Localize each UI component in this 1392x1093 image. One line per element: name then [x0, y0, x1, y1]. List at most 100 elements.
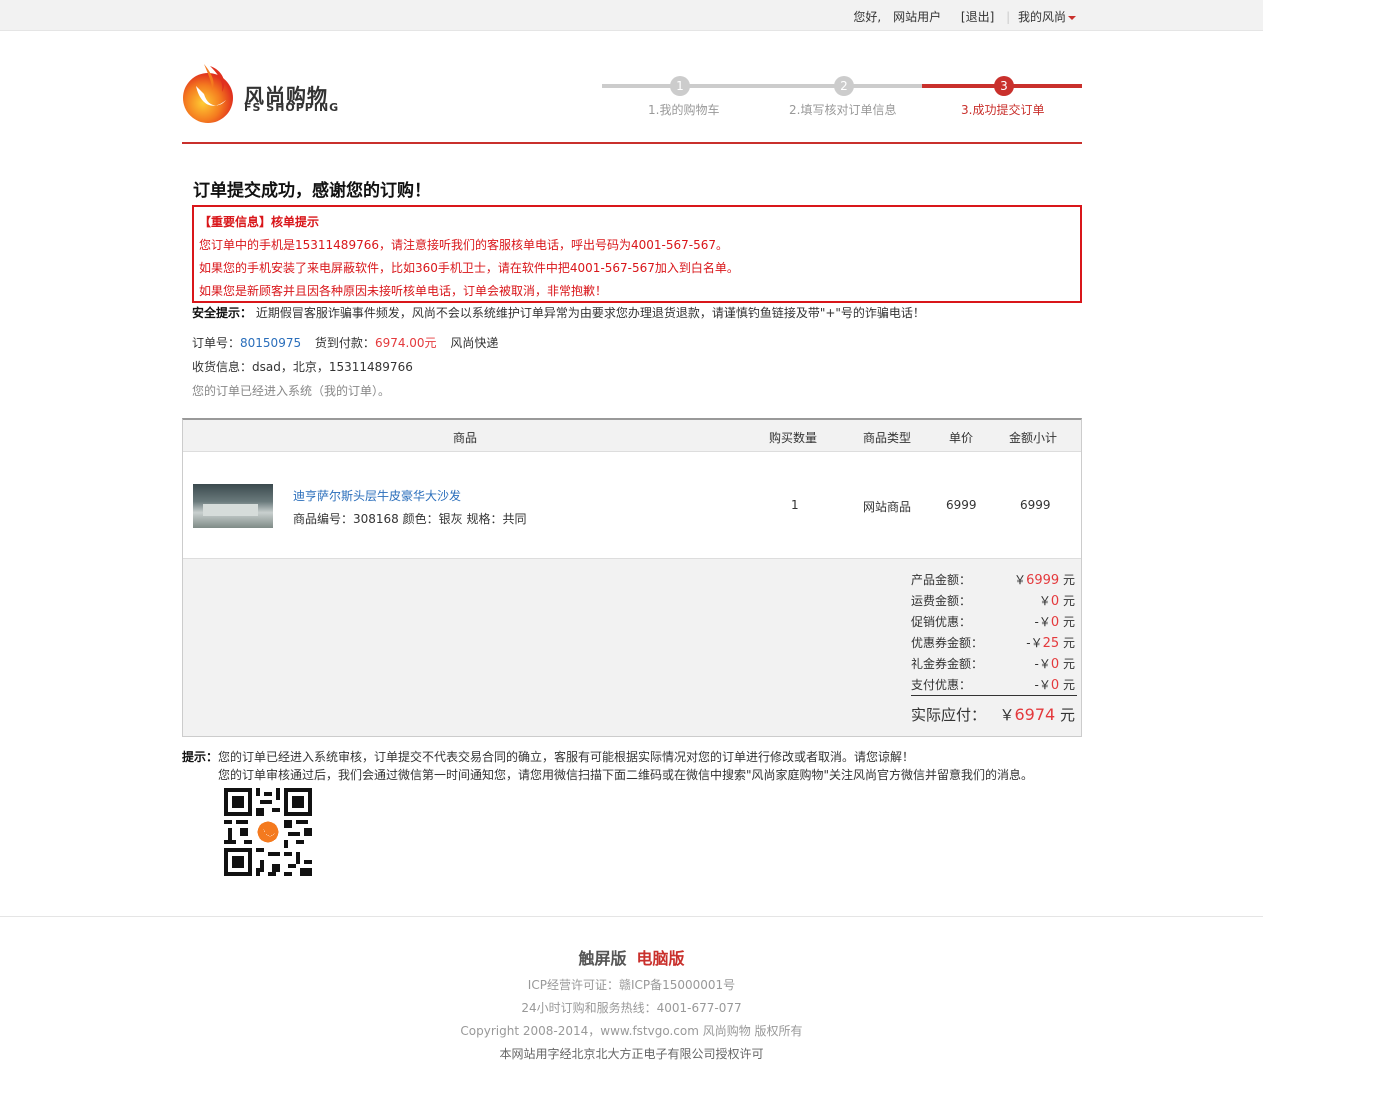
- currency-unit: 元: [1062, 573, 1075, 587]
- step-3-dot: 3: [994, 76, 1014, 96]
- total-amount: 6974: [1014, 705, 1056, 724]
- table-header: 商品 购买数量 商品类型 单价 金额小计: [183, 420, 1081, 452]
- top-bar: 您好, 网站用户 [退出] | 我的风尚: [0, 0, 1263, 31]
- col-header-quantity: 购买数量: [769, 431, 818, 445]
- currency-unit: 元: [1059, 706, 1075, 724]
- tips-line: 提示：您的订单已经进入系统审核，订单提交不代表交易合同的确立，客服有可能根据实际…: [182, 748, 914, 765]
- safety-tip-text: 近期假冒客服诈骗事件频发，风尚不会以系统维护订单异常为由要求您办理退货退款，请谨…: [252, 306, 925, 320]
- product-thumbnail[interactable]: [193, 484, 273, 528]
- status-text: 您的订单已经进入系统（: [192, 384, 325, 398]
- header: 风尚购物 FS SHOPPING 1 1.我的购物车 2 2.填写核对订单信息 …: [182, 56, 1082, 144]
- wechat-qr-code: [224, 788, 312, 876]
- status-text: ）。: [372, 384, 391, 398]
- step-2-dot: 2: [834, 76, 854, 96]
- tips-text: 您的订单已经进入系统审核，订单提交不代表交易合同的确立，客服有可能根据实际情况对…: [218, 750, 915, 764]
- currency-unit: 元: [1062, 615, 1075, 629]
- greeting-text: 您好,: [853, 10, 882, 24]
- col-header-price: 单价: [949, 431, 974, 445]
- footer-divider: [0, 916, 1263, 917]
- footer: 触屏版 电脑版 ICP经营许可证：赣ICP备15000001号 24小时订购和服务…: [0, 945, 1263, 1069]
- summary-label: 促销优惠：: [911, 615, 972, 629]
- currency-prefix: -￥: [1034, 678, 1051, 692]
- notice-line: 您订单中的手机是15311489766，请注意接听我们的客服核单电话，呼出号码为…: [199, 238, 728, 252]
- safety-tip: 安全提示： 近期假冒客服诈骗事件频发，风尚不会以系统维护订单异常为由要求您办理退…: [192, 304, 925, 321]
- step-1-dot: 1: [670, 76, 690, 96]
- summary-label: 运费金额：: [911, 594, 972, 608]
- currency-prefix: ￥: [999, 706, 1015, 724]
- my-account-menu[interactable]: 我的风尚: [1018, 10, 1076, 24]
- logout-link[interactable]: [退出]: [961, 10, 994, 24]
- checkout-steps: 1 1.我的购物车 2 2.填写核对订单信息 3 3.成功提交订单: [602, 74, 1082, 117]
- summary-label: 优惠券金额：: [911, 636, 984, 650]
- notice-line: 如果您的手机安装了来电屏蔽软件，比如360手机卫士，请在软件中把4001-567…: [199, 261, 739, 275]
- summary-label: 礼金券金额：: [911, 657, 984, 671]
- currency-unit: 元: [1062, 657, 1075, 671]
- address-label: 收货信息：: [192, 360, 253, 374]
- currency-prefix: -￥: [1034, 657, 1051, 671]
- step-1-label: 1.我的购物车: [648, 103, 720, 117]
- summary-amount: 0: [1050, 678, 1060, 693]
- order-number-label: 订单号：: [192, 336, 241, 350]
- logo-icon: [183, 64, 233, 123]
- touch-version-link[interactable]: 触屏版: [578, 949, 626, 968]
- summary-value: -￥25 元: [1026, 634, 1075, 651]
- currency-prefix: ￥: [1014, 573, 1027, 587]
- summary-value: ￥0 元: [1039, 592, 1075, 609]
- table-row: 迪亨萨尔斯头层牛皮豪华大沙发 商品编号：308168 颜色：银灰 规格：共同 1…: [183, 452, 1081, 559]
- summary-amount: 0: [1050, 594, 1060, 609]
- summary-label: 产品金额：: [911, 573, 972, 587]
- version-switch: 触屏版 电脑版: [0, 945, 1263, 969]
- product-quantity: 1: [791, 498, 799, 512]
- icp-license: ICP经营许可证：赣ICP备15000001号: [527, 978, 736, 992]
- top-links: 您好, 网站用户 [退出] | 我的风尚: [845, 8, 1076, 25]
- notice-line: 如果您是新顾客并且因各种原因未接听核单电话，订单会被取消，非常抱歉！: [199, 284, 608, 298]
- price-summary: 产品金额： ￥6999 元 运费金额： ￥0 元 促销优惠： -￥0 元 优惠券…: [183, 559, 1081, 736]
- payment-amount: 6974.00元: [374, 336, 437, 350]
- copyright: Copyright 2008-2014，www.fstvgo.com 风尚购物 …: [0, 1023, 1263, 1039]
- shipping-info: 收货信息：dsad，北京，15311489766: [192, 358, 413, 375]
- summary-value: ￥6999 元: [1014, 571, 1075, 588]
- pc-version-link[interactable]: 电脑版: [637, 949, 685, 968]
- steps-track: [602, 84, 922, 88]
- step-2-label: 2.填写核对订单信息: [789, 103, 897, 117]
- total-label: 实际应付：: [911, 706, 987, 724]
- notice-heading: 【重要信息】核单提示: [199, 215, 320, 229]
- my-orders-link[interactable]: 我的订单: [324, 384, 372, 398]
- currency-prefix: -￥: [1034, 615, 1051, 629]
- total-divider: [911, 695, 1077, 696]
- currency-unit: 元: [1062, 678, 1075, 692]
- order-items-table: 商品 购买数量 商品类型 单价 金额小计 迪亨萨尔斯头层牛皮豪华大沙发 商品编号…: [182, 418, 1082, 737]
- summary-amount: 6999: [1026, 573, 1060, 588]
- currency-prefix: ￥: [1038, 594, 1051, 608]
- logo[interactable]: 风尚购物 FS SHOPPING: [182, 60, 362, 126]
- order-summary-line: 订单号：80150975 货到付款：6974.00元 风尚快递: [192, 334, 498, 351]
- product-name-link[interactable]: 迪亨萨尔斯头层牛皮豪华大沙发: [293, 487, 461, 504]
- tips-line: 您的订单审核通过后，我们会通过微信第一时间通知您，请您用微信扫描下面二维码或在微…: [218, 766, 1033, 783]
- currency-prefix: -￥: [1026, 636, 1043, 650]
- payment-label: 货到付款：: [314, 336, 375, 350]
- summary-value: -￥0 元: [1035, 676, 1075, 693]
- page-title: 订单提交成功，感谢您的订购！: [193, 181, 431, 201]
- safety-tip-label: 安全提示：: [192, 306, 253, 320]
- summary-amount: 0: [1050, 657, 1060, 672]
- chevron-down-icon: [1068, 15, 1076, 20]
- product-price: 6999: [946, 498, 977, 512]
- summary-value: -￥0 元: [1035, 655, 1075, 672]
- shipping-method: 风尚快递: [450, 336, 499, 350]
- summary-amount: 25: [1042, 636, 1060, 651]
- product-type: 网站商品: [863, 500, 912, 514]
- service-hotline: 24小时订购和服务热线：4001-677-077: [521, 1001, 742, 1015]
- currency-unit: 元: [1062, 594, 1075, 608]
- order-number-link[interactable]: 80150975: [240, 336, 301, 350]
- product-subtotal: 6999: [1020, 498, 1051, 512]
- product-spec: 商品编号：308168 颜色：银灰 规格：共同: [293, 512, 527, 526]
- step-3-label: 3.成功提交订单: [961, 103, 1045, 117]
- currency-unit: 元: [1062, 636, 1075, 650]
- divider: |: [1006, 10, 1011, 24]
- user-name-link[interactable]: 网站用户: [893, 10, 941, 24]
- site-link[interactable]: www.fstvgo.com: [600, 1024, 699, 1038]
- order-status: 您的订单已经进入系统（我的订单）。: [192, 382, 390, 399]
- col-header-subtotal: 金额小计: [1009, 431, 1058, 445]
- summary-value: -￥0 元: [1035, 613, 1075, 630]
- total-value: ￥6974 元: [999, 704, 1075, 725]
